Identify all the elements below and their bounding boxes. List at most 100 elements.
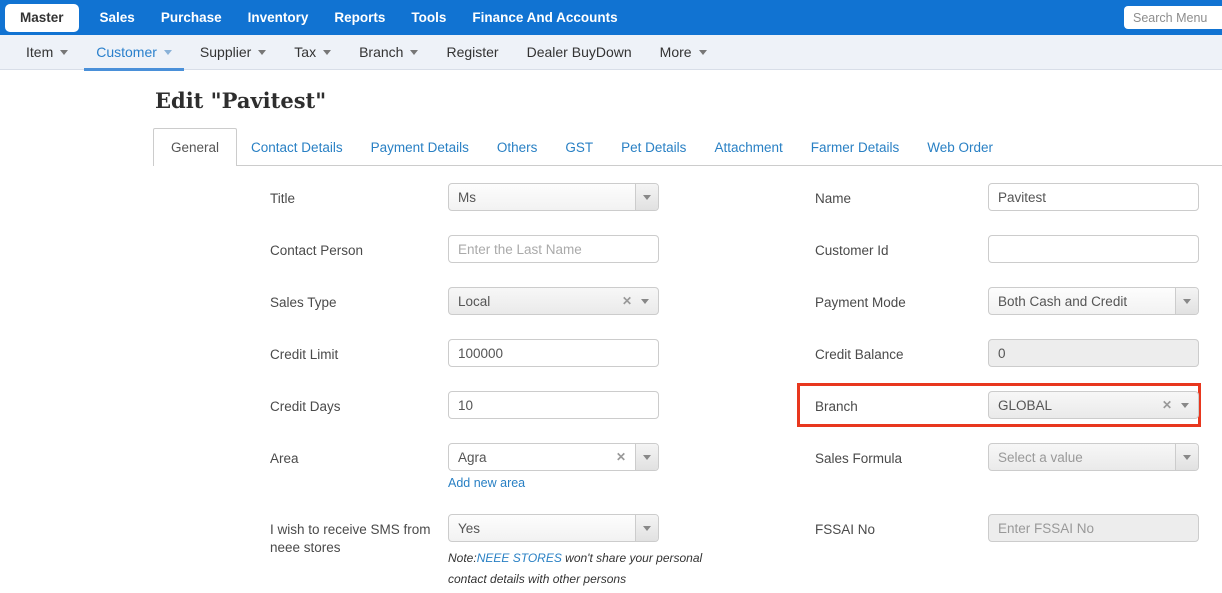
add-new-area-link[interactable]: Add new area (448, 476, 659, 490)
chevron-down-icon (163, 49, 172, 55)
subnav-item-label: More (659, 44, 692, 60)
selected-value: Agra (458, 449, 487, 465)
fssai-input (988, 514, 1199, 542)
customer-id-input[interactable] (988, 235, 1199, 263)
tab-farmer-details[interactable]: Farmer Details (797, 129, 914, 165)
tab-web-order[interactable]: Web Order (913, 129, 1007, 165)
field-label: I wish to receive SMS from neee stores (270, 522, 431, 555)
tab-general[interactable]: General (153, 128, 238, 166)
field-label: Sales Type (270, 295, 337, 310)
tab-gst[interactable]: GST (551, 129, 607, 165)
branch-select[interactable]: GLOBAL ✕ (988, 391, 1199, 419)
field-label: Contact Person (270, 243, 364, 258)
subnav-item-label: Register (446, 44, 499, 60)
subnav-item-more[interactable]: More (646, 35, 721, 70)
selected-value: Yes (458, 520, 481, 536)
nav-item-finance-and-accounts[interactable]: Finance And Accounts (459, 0, 630, 35)
credit-limit-input[interactable] (448, 339, 659, 367)
selected-value: GLOBAL (998, 397, 1053, 413)
field-customer-id: Customer Id (815, 235, 1200, 263)
field-contact-person: Contact Person (270, 235, 660, 263)
field-branch-highlighted: Branch GLOBAL ✕ (797, 383, 1201, 427)
general-form: Title Ms Name Contact Person Customer Id… (270, 183, 1222, 590)
tab-payment-details[interactable]: Payment Details (357, 129, 483, 165)
chevron-down-icon (635, 444, 658, 470)
clear-icon[interactable]: ✕ (1153, 399, 1181, 411)
nav-item-purchase[interactable]: Purchase (148, 0, 235, 35)
field-sms-optin: I wish to receive SMS from neee stores Y… (270, 514, 702, 590)
nav-item-reports[interactable]: Reports (321, 0, 398, 35)
credit-days-input[interactable] (448, 391, 659, 419)
subnav-item-label: Branch (359, 44, 404, 60)
field-label: FSSAI No (815, 522, 876, 537)
subnav-item-tax[interactable]: Tax (280, 35, 345, 70)
field-label: Credit Balance (815, 347, 904, 362)
tab-pet-details[interactable]: Pet Details (607, 129, 700, 165)
field-sales-formula: Sales Formula Select a value (815, 443, 1200, 490)
field-label: Title (270, 191, 296, 206)
field-area: Area Agra ✕ Add new area (270, 443, 660, 490)
tab-bar: General Contact Details Payment Details … (153, 128, 1222, 166)
page-title: Edit "Pavitest" (155, 88, 327, 113)
chevron-down-icon (410, 49, 419, 55)
subnav-item-item[interactable]: Item (12, 35, 82, 70)
tab-contact-details[interactable]: Contact Details (237, 129, 357, 165)
sms-optin-select[interactable]: Yes (448, 514, 659, 542)
clear-icon[interactable]: ✕ (613, 295, 641, 307)
chevron-down-icon (60, 49, 69, 55)
clear-icon[interactable]: ✕ (607, 451, 635, 463)
selected-value: Ms (458, 189, 476, 205)
chevron-down-icon (1175, 444, 1198, 470)
field-fssai: FSSAI No (815, 514, 1200, 590)
field-label: Customer Id (815, 243, 889, 258)
field-credit-days: Credit Days (270, 391, 660, 419)
field-label: Payment Mode (815, 295, 906, 310)
sms-privacy-note: Note:NEEE STORES won't share your person… (448, 548, 711, 590)
chevron-down-icon (323, 49, 332, 55)
nav-item-sales[interactable]: Sales (87, 0, 148, 35)
chevron-down-icon (1175, 288, 1198, 314)
top-navigation: Master Sales Purchase Inventory Reports … (0, 0, 1222, 35)
subnav-item-branch[interactable]: Branch (345, 35, 432, 70)
tab-attachment[interactable]: Attachment (700, 129, 796, 165)
credit-balance-input (988, 339, 1199, 367)
subnav-item-dealer-buydown[interactable]: Dealer BuyDown (513, 35, 646, 70)
sales-formula-select[interactable]: Select a value (988, 443, 1199, 471)
search-menu-input[interactable] (1124, 6, 1222, 29)
chevron-down-icon (641, 298, 649, 304)
selected-value: Both Cash and Credit (998, 293, 1128, 309)
field-label: Sales Formula (815, 451, 903, 466)
payment-mode-select[interactable]: Both Cash and Credit (988, 287, 1199, 315)
nav-item-tools[interactable]: Tools (398, 0, 459, 35)
chevron-down-icon (635, 184, 658, 210)
chevron-down-icon (698, 49, 707, 55)
sales-type-select[interactable]: Local ✕ (448, 287, 659, 315)
field-name: Name (815, 183, 1200, 211)
subnav-item-label: Dealer BuyDown (526, 44, 632, 60)
subnav-item-register[interactable]: Register (432, 35, 512, 70)
name-input[interactable] (988, 183, 1199, 211)
subnav-item-supplier[interactable]: Supplier (186, 35, 280, 70)
tab-others[interactable]: Others (483, 129, 552, 165)
subnav-item-label: Customer (96, 44, 157, 60)
nav-item-master[interactable]: Master (5, 3, 79, 32)
field-label: Area (270, 451, 299, 466)
area-select[interactable]: Agra ✕ (448, 443, 659, 471)
store-name-link[interactable]: NEEE STORES (477, 551, 562, 565)
field-label: Branch (815, 399, 858, 414)
placeholder-value: Select a value (998, 449, 1083, 465)
subnav-item-label: Item (26, 44, 54, 60)
note-prefix: Note: (448, 551, 477, 565)
chevron-down-icon (1181, 402, 1189, 408)
title-select[interactable]: Ms (448, 183, 659, 211)
contact-person-input[interactable] (448, 235, 659, 263)
subnav-item-customer[interactable]: Customer (82, 35, 186, 71)
field-title: Title Ms (270, 183, 660, 211)
selected-value: Local (458, 293, 491, 309)
field-label: Credit Days (270, 399, 341, 414)
field-sales-type: Sales Type Local ✕ (270, 287, 660, 315)
nav-item-inventory[interactable]: Inventory (235, 0, 322, 35)
chevron-down-icon (635, 515, 658, 541)
subnav-item-label: Supplier (199, 44, 252, 60)
field-payment-mode: Payment Mode Both Cash and Credit (815, 287, 1200, 315)
